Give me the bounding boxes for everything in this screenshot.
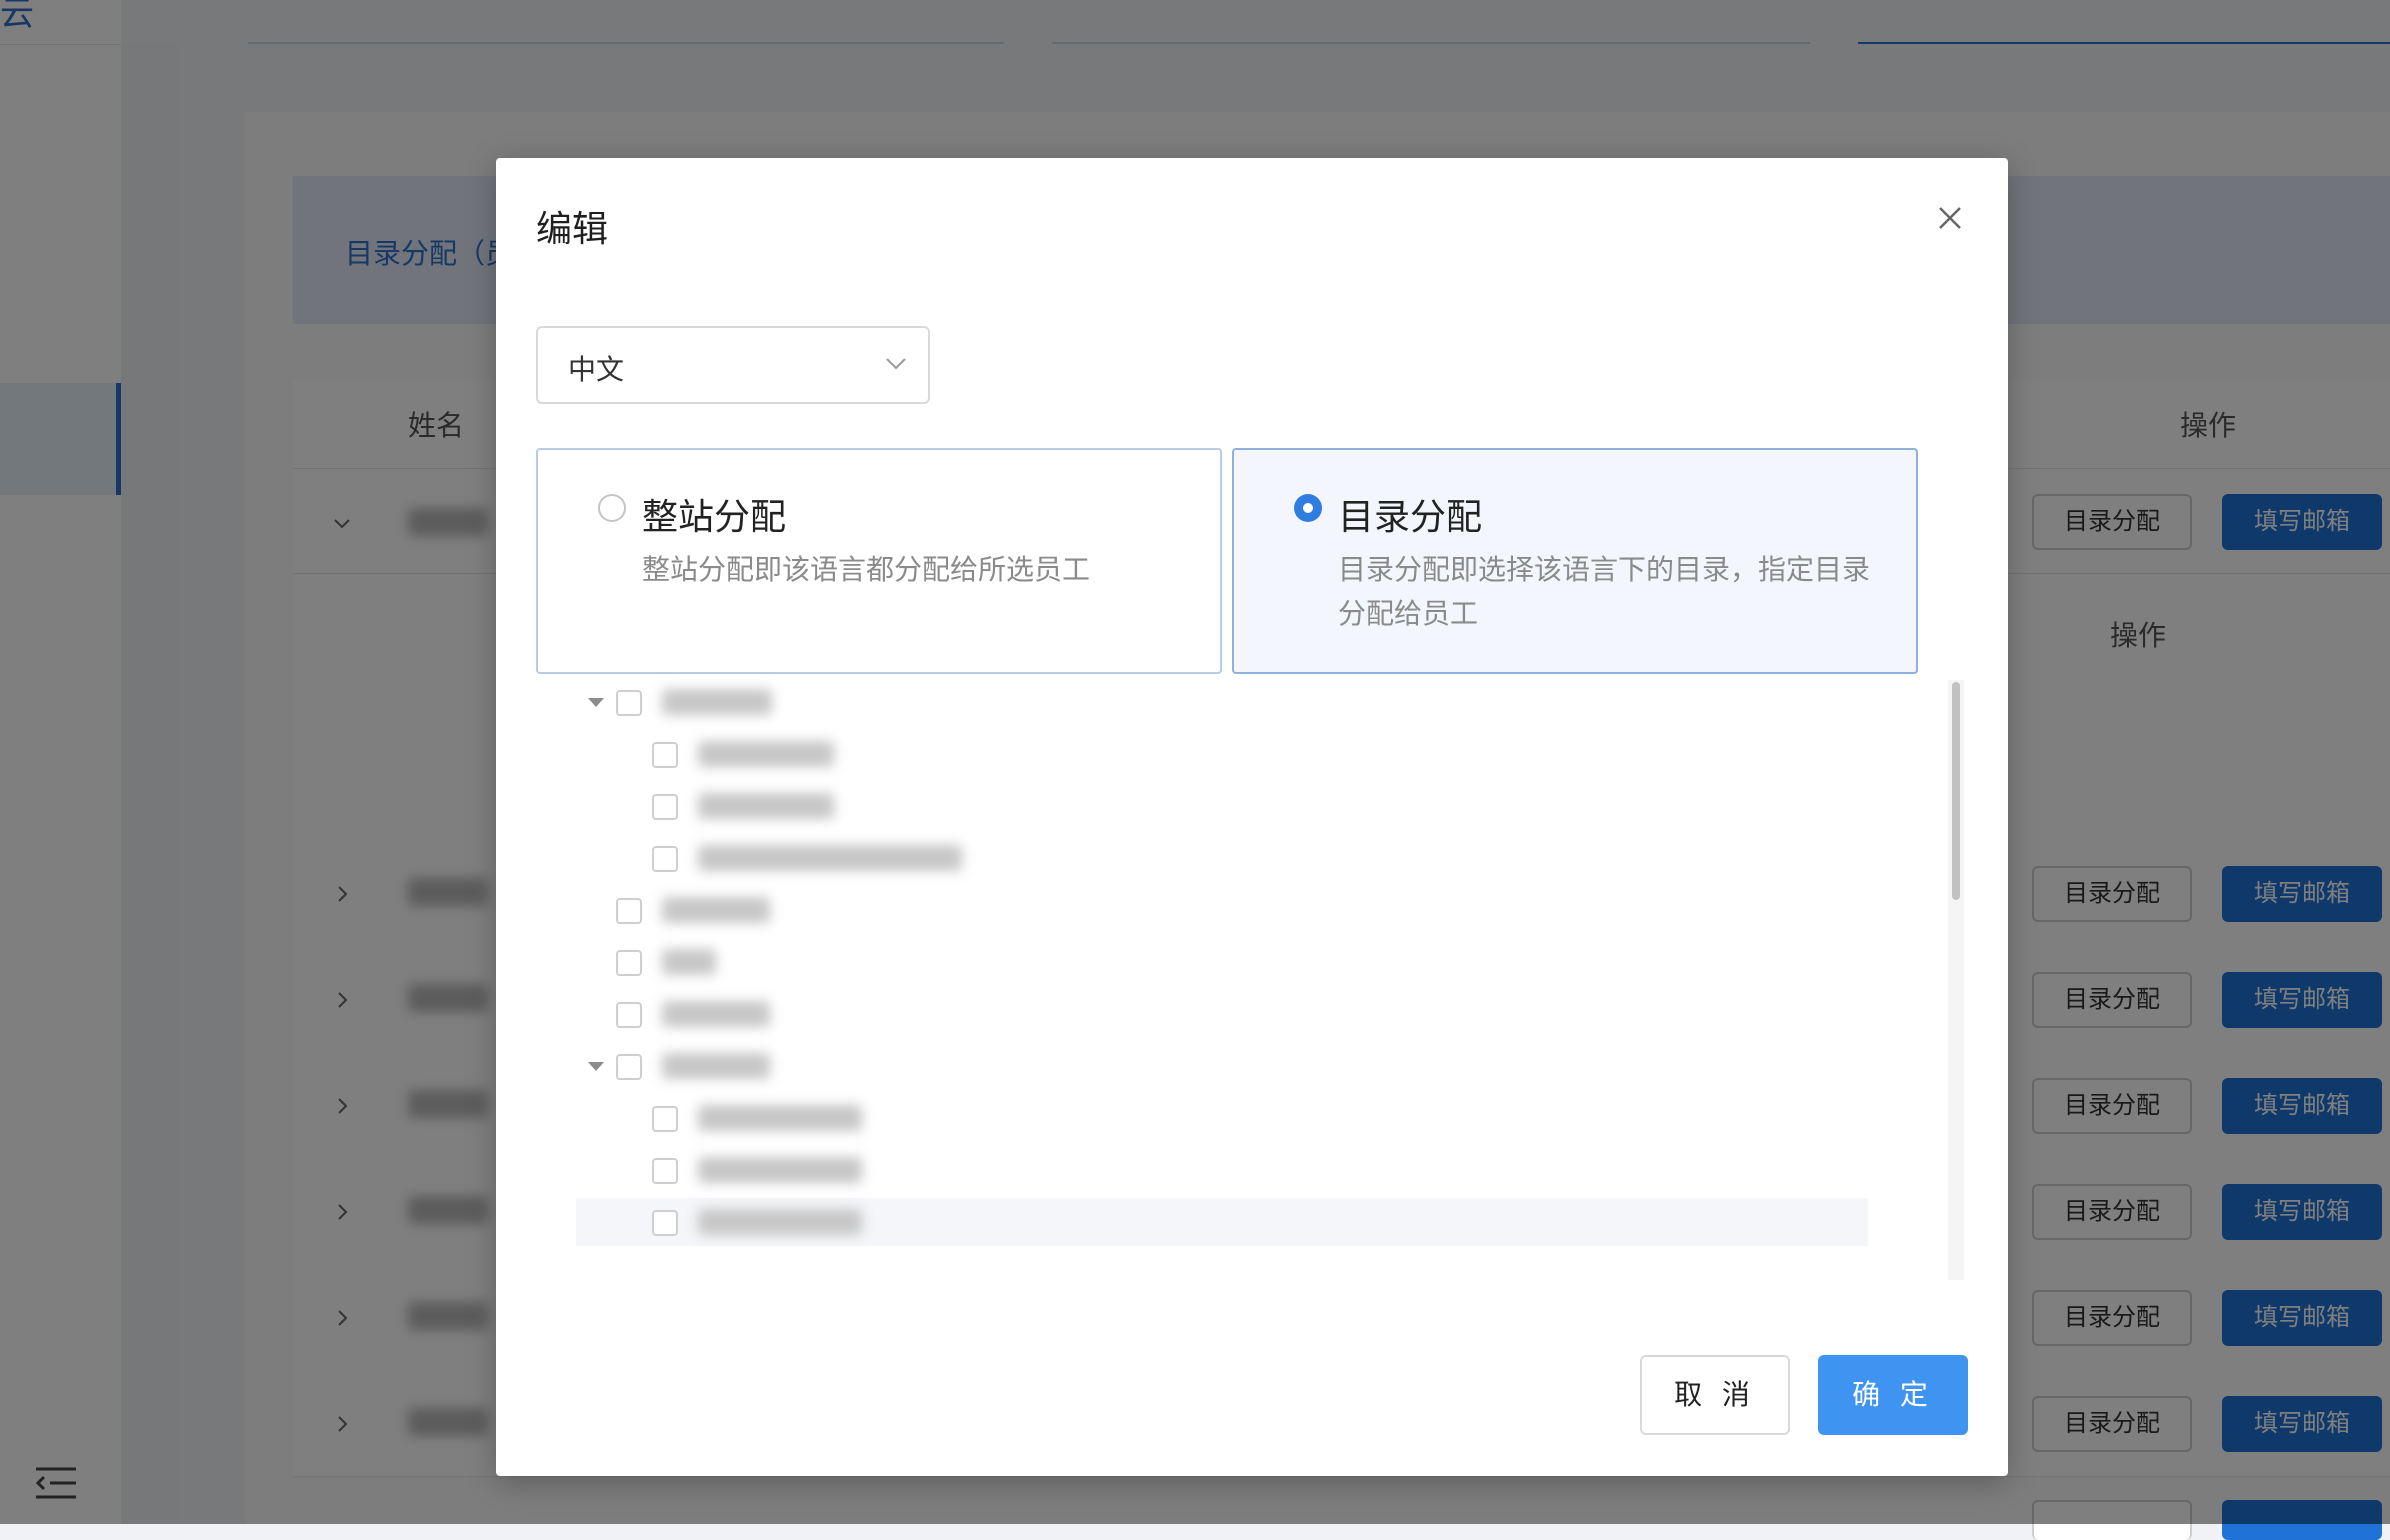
language-select-value: 中文 [568, 354, 625, 385]
mode-option-whole-site[interactable]: 整站分配 整站分配即该语言都分配给所选员工 [536, 448, 1222, 674]
caret-down-icon[interactable] [588, 698, 604, 707]
tree-node-label [698, 1105, 862, 1131]
tree-checkbox[interactable] [652, 1106, 678, 1132]
tree-node[interactable] [536, 990, 1866, 1038]
tree-checkbox[interactable] [652, 794, 678, 820]
close-icon[interactable] [1932, 200, 1968, 236]
mode-title-whole-site: 整站分配 [642, 496, 787, 537]
tree-node[interactable] [536, 1146, 1866, 1194]
tree-node-label [662, 1053, 770, 1079]
mode-desc-whole-site: 整站分配即该语言都分配给所选员工 [642, 554, 1091, 585]
tree-node-label [698, 1157, 862, 1183]
mode-title-directory: 目录分配 [1338, 496, 1483, 537]
tree-checkbox[interactable] [616, 690, 642, 716]
tree-checkbox[interactable] [652, 1158, 678, 1184]
tree-node[interactable] [536, 938, 1866, 986]
tree-node-label [698, 1209, 862, 1235]
tree-checkbox[interactable] [652, 742, 678, 768]
dialog-title: 编辑 [536, 208, 609, 249]
tree-node-label [662, 897, 770, 923]
tree-node-label [662, 689, 772, 715]
tree-checkbox[interactable] [616, 898, 642, 924]
cancel-button[interactable]: 取 消 [1640, 1355, 1790, 1435]
tree-node[interactable] [536, 678, 1866, 726]
radio-directory[interactable] [1294, 494, 1322, 522]
edit-dialog: 编辑 中文 整站分配 整站分配即该语言都分配给所选员工 目录分配 目录分配即选择… [496, 158, 2008, 1476]
chevron-down-icon [886, 358, 906, 370]
mode-desc-directory: 目录分配即选择该语言下的目录，指定目录分配给员工 [1338, 554, 1871, 629]
tree-node[interactable] [536, 886, 1866, 934]
tree-node-label [698, 741, 834, 767]
tree-node[interactable] [536, 834, 1866, 882]
mode-option-directory[interactable]: 目录分配 目录分配即选择该语言下的目录，指定目录分配给员工 [1232, 448, 1918, 674]
tree-node-label [698, 845, 962, 871]
tree-node[interactable] [536, 730, 1866, 778]
tree-node-hovered[interactable] [576, 1198, 1868, 1246]
tree-node-label [698, 793, 834, 819]
tree-checkbox[interactable] [616, 1054, 642, 1080]
caret-down-icon[interactable] [588, 1062, 604, 1071]
tree-node-label [662, 949, 716, 975]
tree-checkbox[interactable] [652, 1210, 678, 1236]
tree-node[interactable] [536, 1094, 1866, 1142]
directory-tree [536, 678, 1936, 1278]
tree-checkbox[interactable] [652, 846, 678, 872]
tree-node[interactable] [536, 1042, 1866, 1090]
tree-node-label [662, 1001, 770, 1027]
tree-node[interactable] [536, 782, 1866, 830]
language-select[interactable]: 中文 [536, 326, 930, 404]
tree-scrollbar-thumb[interactable] [1952, 682, 1960, 900]
tree-checkbox[interactable] [616, 1002, 642, 1028]
confirm-button[interactable]: 确 定 [1818, 1355, 1968, 1435]
tree-checkbox[interactable] [616, 950, 642, 976]
radio-whole-site[interactable] [598, 494, 626, 522]
